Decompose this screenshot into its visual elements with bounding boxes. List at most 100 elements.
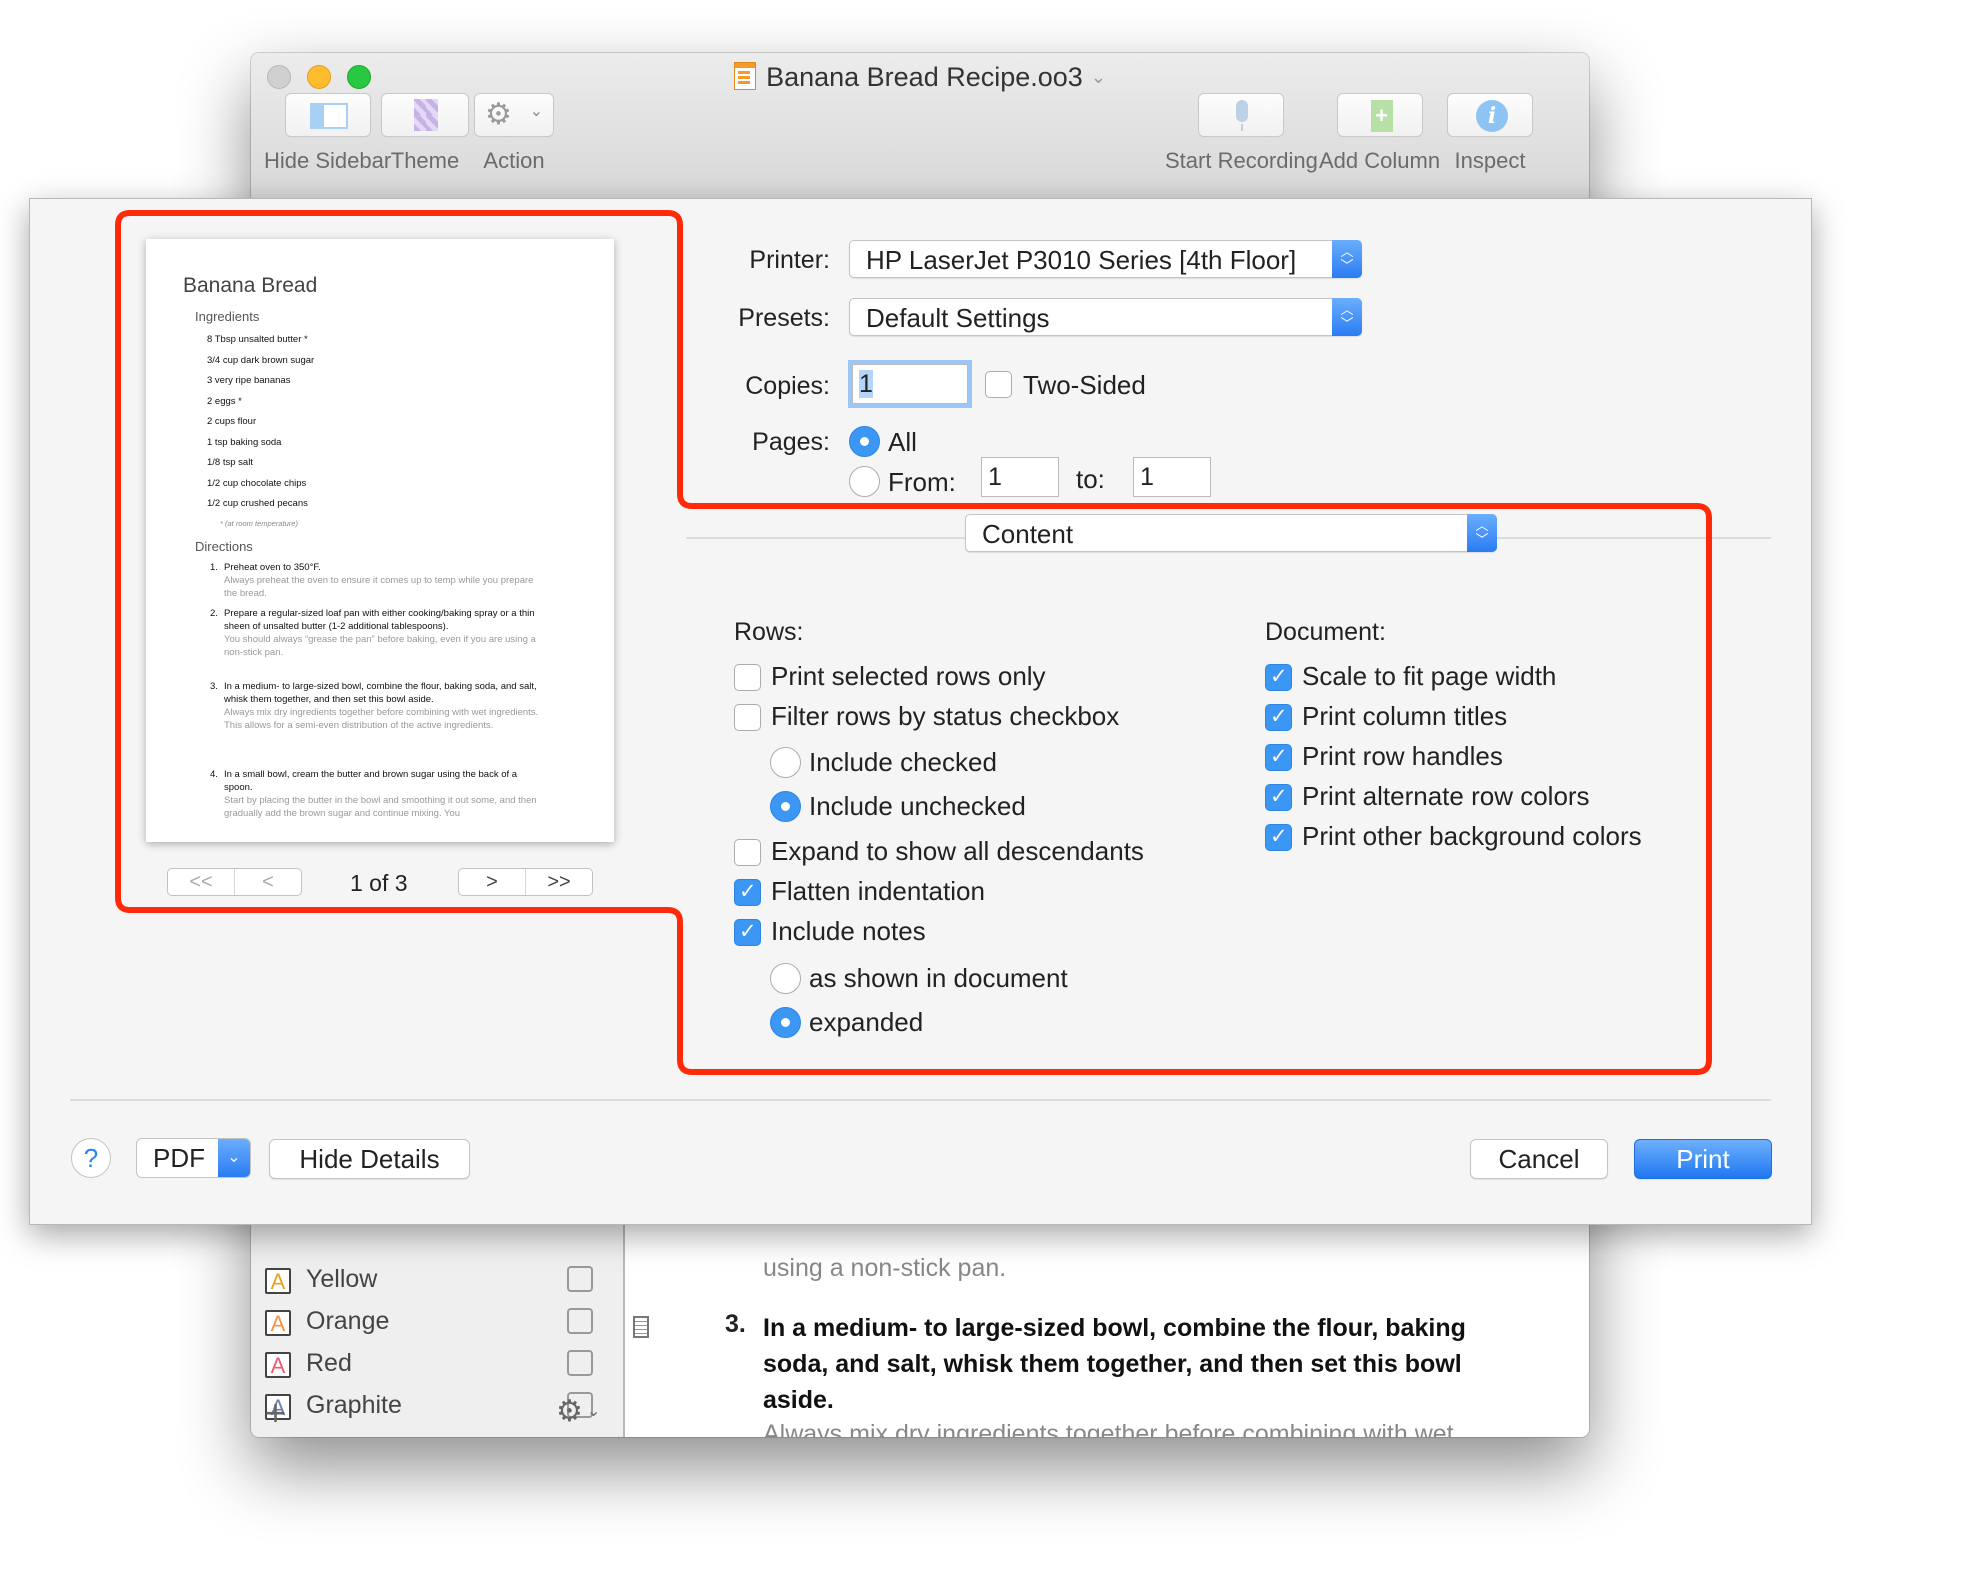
pages-to-field[interactable]: 1 xyxy=(1133,457,1211,497)
preview-ingredient: 1/8 tsp salt xyxy=(207,457,253,468)
style-row-graphite[interactable]: A Graphite xyxy=(265,1389,605,1425)
toolbar-hide-sidebar[interactable]: Hide Sidebar xyxy=(264,93,391,174)
preview-ingredient: 8 Tbsp unsalted butter * xyxy=(207,334,308,345)
preview-step-note: Always mix dry ingredients together befo… xyxy=(224,707,539,731)
action-button[interactable]: ⚙ ⌄ xyxy=(474,93,554,137)
print-row-handles-checkbox[interactable] xyxy=(1265,744,1292,771)
cancel-button[interactable]: Cancel xyxy=(1470,1139,1608,1179)
toolbar-label: Action xyxy=(483,148,545,173)
print-background-colors-label: Print other background colors xyxy=(1302,821,1642,851)
preview-step-text: Preheat oven to 350°F. xyxy=(224,562,321,573)
toolbar-label: Add Column xyxy=(1319,148,1441,173)
presets-popup[interactable]: Default Settings ︿ ﹀ xyxy=(849,298,1362,336)
print-selected-rows-label: Print selected rows only xyxy=(771,661,1046,691)
theme-button[interactable] xyxy=(381,93,469,137)
help-button[interactable]: ? xyxy=(71,1138,111,1178)
row-note: Always mix dry ingredients together befo… xyxy=(763,1420,1454,1437)
toolbar-label: Theme xyxy=(390,148,460,173)
print-row-handles-label: Print row handles xyxy=(1302,741,1503,771)
toolbar-theme[interactable]: Theme xyxy=(381,93,469,174)
pdf-menu-button[interactable]: PDF ⌄ xyxy=(136,1138,251,1178)
printer-popup[interactable]: HP LaserJet P3010 Series [4th Floor] ︿ ﹀ xyxy=(849,240,1362,278)
style-checkbox[interactable] xyxy=(567,1266,593,1292)
style-checkbox[interactable] xyxy=(567,1308,593,1334)
info-icon: i xyxy=(1476,100,1508,132)
print-background-colors-checkbox[interactable] xyxy=(1265,824,1292,851)
toolbar-action[interactable]: ⚙ ⌄ Action xyxy=(474,93,554,174)
two-sided-label: Two-Sided xyxy=(1023,370,1146,400)
preview-step: 2. Prepare a regular-sized loaf pan with… xyxy=(210,607,544,659)
pages-from-label: From: xyxy=(888,467,956,497)
preview-ingredient: 1/2 cup crushed pecans xyxy=(207,498,308,509)
filter-rows-label: Filter rows by status checkbox xyxy=(771,701,1120,731)
expand-descendants-label: Expand to show all descendants xyxy=(771,836,1144,866)
outline-row[interactable]: 3. In a medium- to large-sized bowl, com… xyxy=(725,1310,1523,1437)
toolbar-inspect[interactable]: i Inspect xyxy=(1447,93,1533,174)
next-page-button[interactable]: > xyxy=(459,869,525,895)
toolbar-start-recording[interactable]: Start Recording xyxy=(1165,93,1318,174)
print-button[interactable]: Print xyxy=(1634,1139,1772,1179)
include-unchecked-radio[interactable] xyxy=(770,791,801,822)
include-checked-label: Include checked xyxy=(809,747,997,777)
microphone-icon xyxy=(1236,100,1249,131)
pdf-label: PDF xyxy=(153,1143,205,1173)
toolbar-label: Start Recording xyxy=(1165,148,1318,173)
toolbar-add-column[interactable]: + Add Column xyxy=(1319,93,1440,174)
chevron-down-icon: ⌄ xyxy=(529,103,543,120)
style-checkbox[interactable] xyxy=(567,1350,593,1376)
two-sided-checkbox[interactable] xyxy=(985,371,1012,398)
start-recording-button[interactable] xyxy=(1198,93,1285,137)
note-icon[interactable] xyxy=(633,1316,649,1338)
sidebar-gear-menu[interactable]: ⚙ ⌄ xyxy=(556,1394,600,1429)
previous-page-button[interactable]: < xyxy=(234,869,301,895)
notes-as-shown-radio[interactable] xyxy=(770,963,801,994)
printer-value: HP LaserJet P3010 Series [4th Floor] xyxy=(866,245,1297,275)
style-swatch-icon: A xyxy=(265,1352,291,1378)
print-alternate-row-colors-checkbox[interactable] xyxy=(1265,784,1292,811)
notes-expanded-label: expanded xyxy=(809,1007,924,1037)
preview-step: 3. In a medium- to large-sized bowl, com… xyxy=(210,680,544,732)
first-page-button[interactable]: << xyxy=(168,869,234,895)
copies-field[interactable]: 1 xyxy=(852,364,968,404)
rows-heading: Rows: xyxy=(734,618,804,646)
preview-step-number: 2. xyxy=(210,608,218,619)
hide-details-button[interactable]: Hide Details xyxy=(269,1139,470,1179)
last-page-button[interactable]: >> xyxy=(525,869,592,895)
hide-sidebar-button[interactable] xyxy=(284,93,371,137)
copies-label: Copies: xyxy=(745,372,830,400)
theme-icon xyxy=(414,99,438,131)
pages-from-field[interactable]: 1 xyxy=(981,457,1059,497)
scale-to-fit-label: Scale to fit page width xyxy=(1302,661,1557,691)
copies-value: 1 xyxy=(859,370,873,398)
print-column-titles-checkbox[interactable] xyxy=(1265,704,1292,731)
expand-descendants-checkbox[interactable] xyxy=(734,839,761,866)
include-checked-radio[interactable] xyxy=(770,747,801,778)
style-row-yellow[interactable]: A Yellow xyxy=(265,1263,605,1299)
pages-all-radio[interactable] xyxy=(849,426,880,457)
flatten-indentation-checkbox[interactable] xyxy=(734,879,761,906)
printer-label: Printer: xyxy=(749,246,830,274)
pages-range-radio[interactable] xyxy=(849,466,880,497)
gear-icon: ⚙ xyxy=(556,1395,583,1428)
preview-step-text: In a small bowl, cream the butter and br… xyxy=(224,769,518,793)
scale-to-fit-checkbox[interactable] xyxy=(1265,664,1292,691)
titlebar: Banana Bread Recipe.oo3 ⌄ Hide Sidebar Th… xyxy=(251,53,1589,199)
style-row-orange[interactable]: A Orange xyxy=(265,1305,605,1341)
add-style-button[interactable]: + xyxy=(265,1395,286,1431)
notes-expanded-radio[interactable] xyxy=(770,1007,801,1038)
include-notes-checkbox[interactable] xyxy=(734,919,761,946)
preview-step-number: 3. xyxy=(210,681,218,692)
include-unchecked-label: Include unchecked xyxy=(809,791,1026,821)
document-title[interactable]: Banana Bread Recipe.oo3 ⌄ xyxy=(251,59,1589,95)
style-row-red[interactable]: A Red xyxy=(265,1347,605,1383)
filter-rows-checkbox[interactable] xyxy=(734,704,761,731)
print-selected-rows-checkbox[interactable] xyxy=(734,664,761,691)
section-popup[interactable]: Content ︿ ﹀ xyxy=(965,514,1497,552)
preview-step-text: In a medium- to large-sized bowl, combin… xyxy=(224,681,537,705)
inspect-button[interactable]: i xyxy=(1447,93,1533,137)
row-text: In a medium- to large-sized bowl, combin… xyxy=(763,1314,1466,1414)
preview-ingredient: 2 cups flour xyxy=(207,416,257,427)
pages-to-label: to: xyxy=(1076,464,1105,494)
flatten-indentation-label: Flatten indentation xyxy=(771,876,985,906)
add-column-button[interactable]: + xyxy=(1336,93,1423,137)
